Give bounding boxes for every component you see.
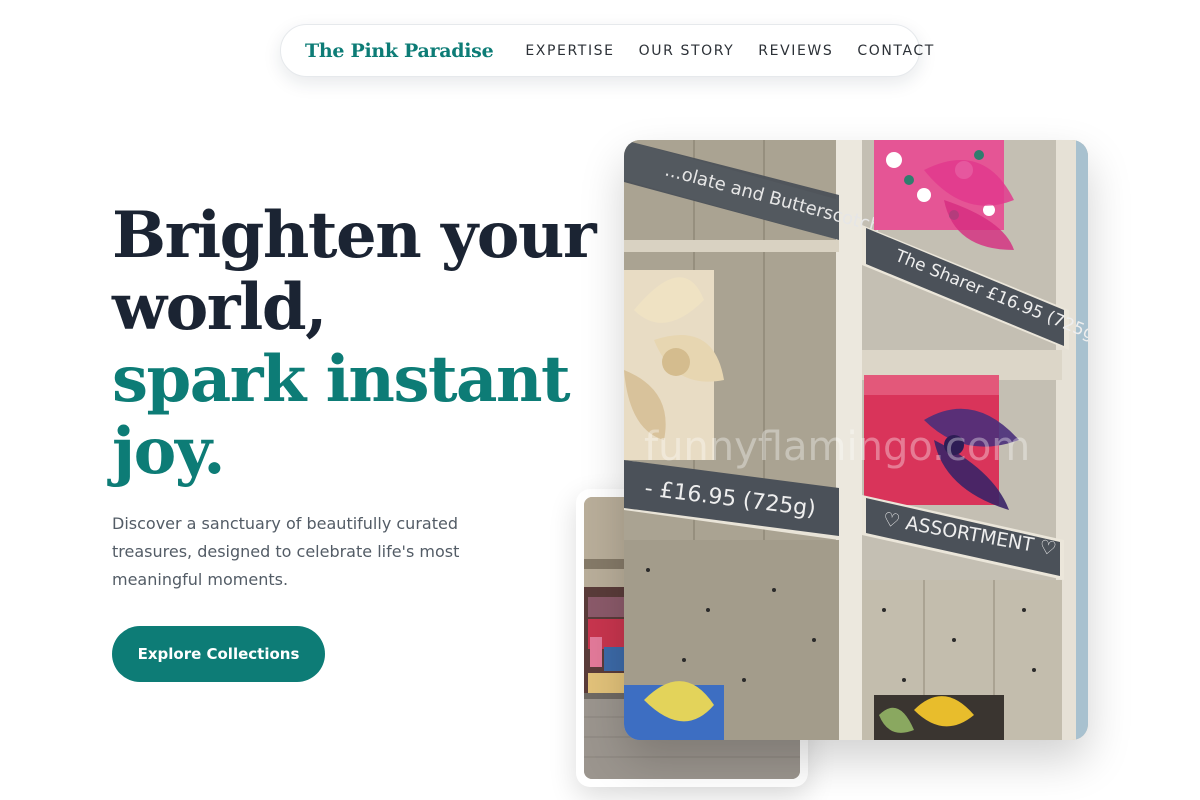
hero-title-line-2: world, [112,270,327,345]
hero-title-accent-line-1: spark instant [112,342,571,417]
photo-watermark: funnyflamingo.com [644,424,1030,470]
nav-link-expertise[interactable]: EXPERTISE [525,43,614,59]
hero-title-line-1: Brighten your [112,198,597,273]
nav-links: EXPERTISE OUR STORY REVIEWS CONTACT [525,43,935,59]
nav-link-contact[interactable]: CONTACT [857,43,935,59]
hero-title: Brighten your world, spark instant joy. [112,198,597,489]
nav-link-our-story[interactable]: OUR STORY [639,43,735,59]
brand-logo[interactable]: The Pink Paradise [305,40,494,62]
hero-title-accent-line-2: joy. [112,414,225,489]
explore-collections-button[interactable]: Explore Collections [112,626,325,682]
main-nav: The Pink Paradise EXPERTISE OUR STORY RE… [280,24,933,77]
hero-gift-shelf-image: ...olate and Butterscotch - £16.95 (725g… [624,140,1088,740]
nav-link-reviews[interactable]: REVIEWS [758,43,833,59]
hero-description: Discover a sanctuary of beautifully cura… [112,514,460,589]
